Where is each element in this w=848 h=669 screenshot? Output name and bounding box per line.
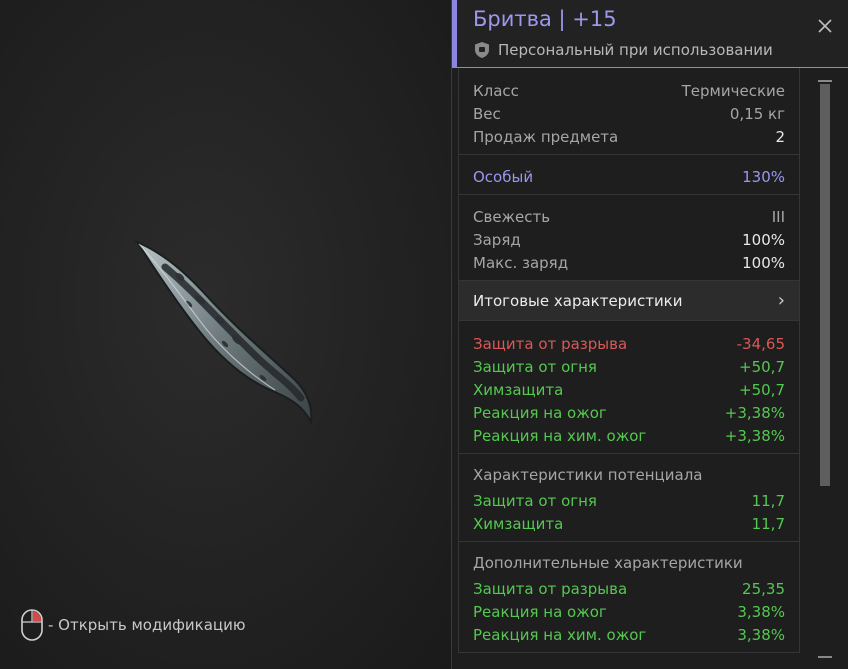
item-title: Бритва | +15 bbox=[473, 7, 617, 31]
potential-row: Защита от огня 11,7 bbox=[473, 489, 785, 512]
total-stats-label: Итоговые характеристики bbox=[473, 291, 683, 310]
scrollbar-bottom-cap bbox=[818, 656, 832, 658]
stat-label: Продаж предмета bbox=[473, 127, 619, 146]
stat-value: 100% bbox=[742, 230, 785, 249]
close-icon[interactable] bbox=[816, 17, 834, 35]
rarity-accent-bar bbox=[452, 0, 457, 68]
stat-value: 11,7 bbox=[751, 514, 785, 533]
stats-scroll-area[interactable]: Класс Термические Вес 0,15 кг Продаж пре… bbox=[458, 68, 807, 669]
stat-row-class: Класс Термические bbox=[473, 79, 785, 102]
scrollbar-thumb[interactable] bbox=[820, 84, 830, 486]
total-row: Защита от огня +50,7 bbox=[473, 355, 785, 378]
special-label: Особый bbox=[473, 167, 534, 186]
stat-label: Класс bbox=[473, 81, 519, 100]
stat-label: Свежесть bbox=[473, 207, 551, 226]
total-stats-button[interactable]: Итоговые характеристики › bbox=[458, 281, 800, 321]
stat-value: +3,38% bbox=[724, 426, 785, 445]
stat-label: Реакция на хим. ожог bbox=[473, 426, 647, 445]
stat-row-max-charge: Макс. заряд 100% bbox=[473, 251, 785, 274]
stat-value: III bbox=[771, 207, 785, 226]
stat-label: Реакция на ожог bbox=[473, 403, 607, 422]
mouse-right-click-icon bbox=[21, 609, 43, 641]
stat-row-charge: Заряд 100% bbox=[473, 228, 785, 251]
item-viewer[interactable]: - Открыть модификацию bbox=[0, 0, 452, 669]
total-row: Реакция на ожог +3,38% bbox=[473, 401, 785, 424]
stat-label: Макс. заряд bbox=[473, 253, 569, 272]
stat-label: Химзащита bbox=[473, 380, 564, 399]
stat-row-weight: Вес 0,15 кг bbox=[473, 102, 785, 125]
binding-status: Персональный при использовании bbox=[473, 41, 773, 59]
total-row: Реакция на хим. ожог +3,38% bbox=[473, 424, 785, 447]
additional-row: Реакция на хим. ожог 3,38% bbox=[473, 623, 785, 646]
total-row: Химзащита +50,7 bbox=[473, 378, 785, 401]
stat-value: 11,7 bbox=[751, 491, 785, 510]
stat-label: Защита от разрыва bbox=[473, 334, 628, 353]
stat-value: +3,38% bbox=[724, 403, 785, 422]
special-section: Особый 130% bbox=[458, 155, 800, 195]
potential-section: Характеристики потенциала Защита от огня… bbox=[458, 454, 800, 542]
potential-row: Химзащита 11,7 bbox=[473, 512, 785, 535]
stat-value: -34,65 bbox=[736, 334, 785, 353]
stat-label: Защита от огня bbox=[473, 491, 597, 510]
stat-value: 0,15 кг bbox=[729, 104, 785, 123]
stat-label: Химзащита bbox=[473, 514, 564, 533]
additional-title: Дополнительные характеристики bbox=[473, 554, 743, 572]
stat-row-special: Особый 130% bbox=[473, 165, 785, 188]
item-model-image[interactable] bbox=[125, 232, 330, 437]
stat-label: Защита от разрыва bbox=[473, 579, 628, 598]
stat-value: Термические bbox=[681, 81, 785, 100]
stat-label: Заряд bbox=[473, 230, 521, 249]
stat-value: 3,38% bbox=[737, 602, 785, 621]
additional-section: Дополнительные характеристики Защита от … bbox=[458, 542, 800, 653]
stat-value: 2 bbox=[775, 127, 785, 146]
totals-section: Защита от разрыва -34,65 Защита от огня … bbox=[458, 321, 800, 454]
basic-stats-section: Класс Термические Вес 0,15 кг Продаж пре… bbox=[458, 68, 800, 155]
stat-value: 25,35 bbox=[742, 579, 785, 598]
stat-label: Защита от огня bbox=[473, 357, 597, 376]
hint-text: - Открыть модификацию bbox=[48, 616, 246, 634]
stat-row-freshness: Свежесть III bbox=[473, 205, 785, 228]
modification-hint: - Открыть модификацию bbox=[20, 608, 246, 642]
state-section: Свежесть III Заряд 100% Макс. заряд 100% bbox=[458, 195, 800, 281]
stat-label: Вес bbox=[473, 104, 501, 123]
shield-icon bbox=[475, 42, 489, 58]
stat-value: 3,38% bbox=[737, 625, 785, 644]
stat-label: Реакция на ожог bbox=[473, 602, 607, 621]
scrollbar-top-cap bbox=[818, 80, 832, 82]
scrollbar[interactable] bbox=[816, 80, 832, 658]
stat-row-sale: Продаж предмета 2 bbox=[473, 125, 785, 148]
additional-row: Реакция на ожог 3,38% bbox=[473, 600, 785, 623]
additional-row: Защита от разрыва 25,35 bbox=[473, 577, 785, 600]
binding-text: Персональный при использовании bbox=[498, 41, 773, 59]
potential-title: Характеристики потенциала bbox=[473, 466, 703, 484]
stat-value: +50,7 bbox=[739, 380, 785, 399]
item-info-panel: Бритва | +15 Персональный при использова… bbox=[452, 0, 848, 669]
stat-label: Реакция на хим. ожог bbox=[473, 625, 647, 644]
stat-value: +50,7 bbox=[739, 357, 785, 376]
stat-value: 100% bbox=[742, 253, 785, 272]
total-row: Защита от разрыва -34,65 bbox=[473, 332, 785, 355]
special-value: 130% bbox=[742, 167, 785, 186]
item-header: Бритва | +15 Персональный при использова… bbox=[452, 0, 848, 68]
chevron-right-icon: › bbox=[777, 290, 785, 311]
